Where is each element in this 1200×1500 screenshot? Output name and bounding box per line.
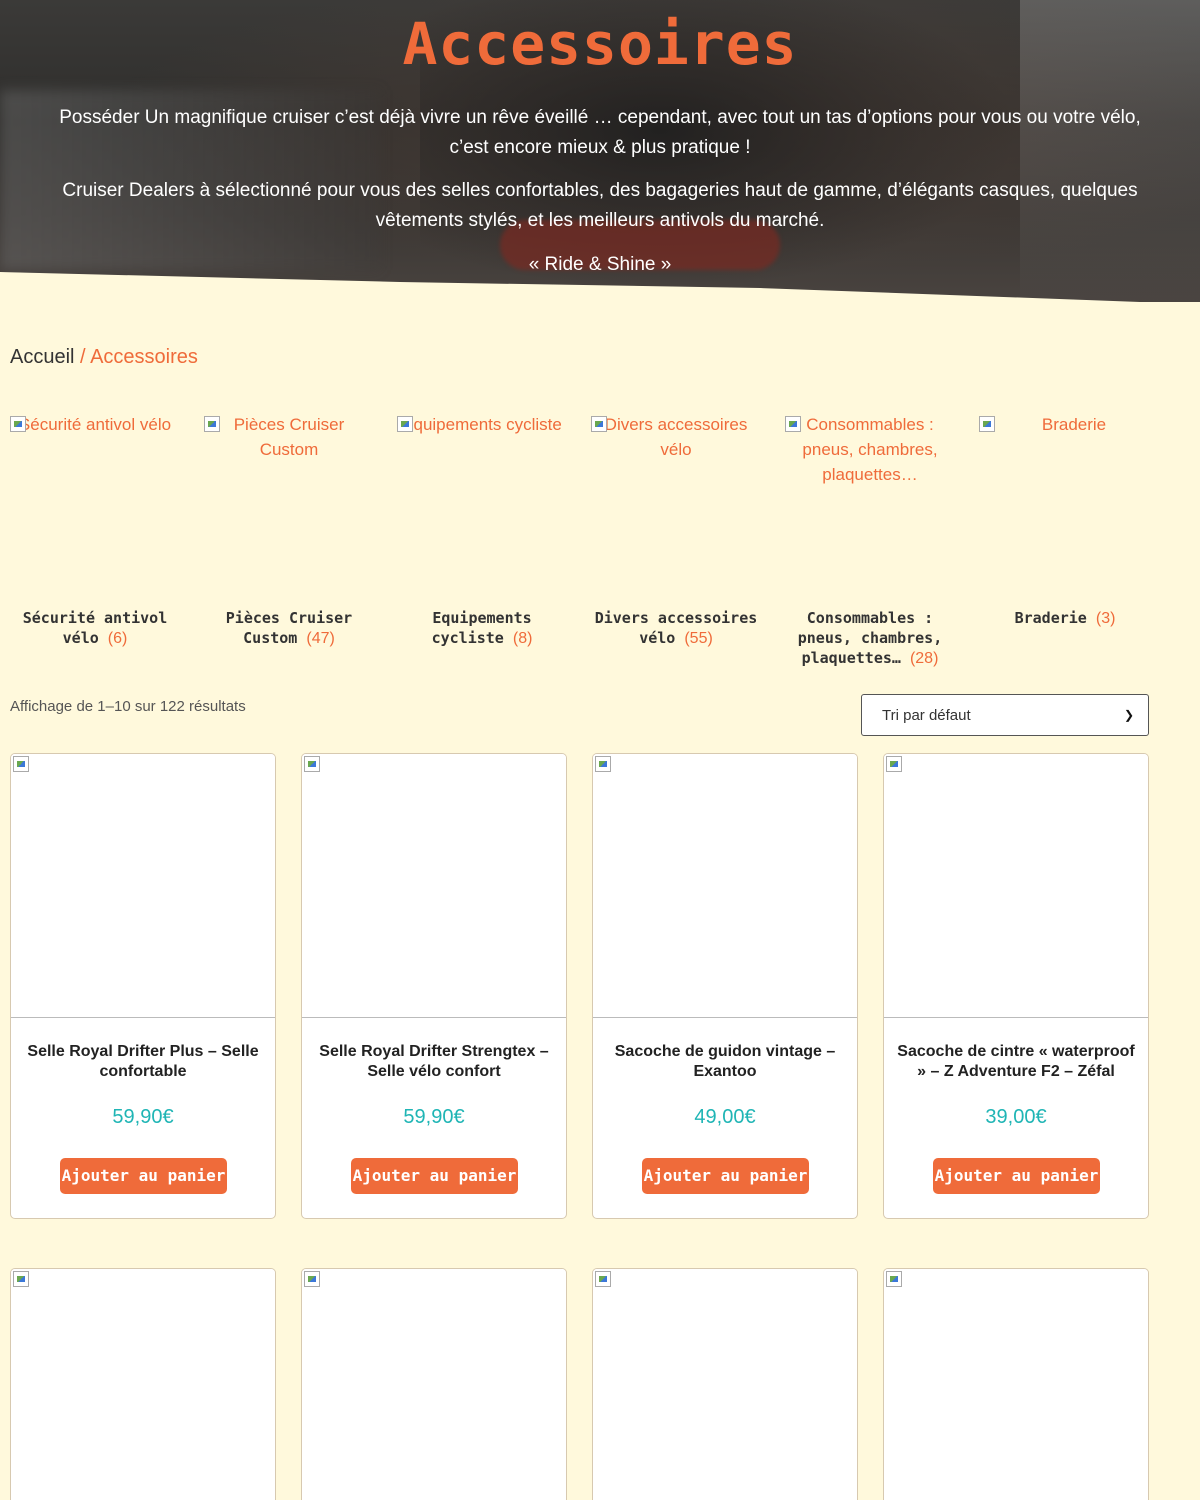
sort-select[interactable]: Tri par défaut ❯ — [861, 694, 1149, 736]
category-link-securite[interactable]: Sécurité antivol vélo (6) — [5, 608, 185, 649]
add-to-cart-button[interactable]: Ajouter au panier — [351, 1158, 518, 1194]
product-price: 39,00€ — [985, 1106, 1047, 1128]
category-count: (47) — [306, 630, 335, 647]
product-price: 49,00€ — [694, 1106, 756, 1128]
product-card[interactable]: Selle Royal Drifter Strengtex – Selle vé… — [301, 753, 567, 1219]
broken-image-icon — [397, 416, 413, 432]
broken-image-icon — [304, 1271, 320, 1287]
broken-image-icon — [886, 756, 902, 772]
category-image-pieces[interactable]: Pièces Cruiser Custom — [204, 412, 374, 462]
page-title: Accessoires — [402, 10, 798, 78]
category-image-consommables[interactable]: Consommables : pneus, chambres, plaquett… — [785, 412, 955, 487]
product-price: 59,90€ — [112, 1106, 174, 1128]
product-card[interactable]: Sacoche de guidon vintage – Exantoo 49,0… — [592, 753, 858, 1219]
product-image[interactable] — [11, 1269, 275, 1500]
broken-image-icon — [595, 756, 611, 772]
product-image[interactable] — [884, 754, 1148, 1018]
product-title[interactable]: Selle Royal Drifter Plus – Selle confort… — [19, 1042, 267, 1082]
broken-image-icon — [595, 1271, 611, 1287]
category-link-equipements[interactable]: Equipements cycliste (8) — [392, 608, 572, 649]
category-image-braderie[interactable]: Braderie — [979, 412, 1169, 437]
product-title[interactable]: Sacoche de cintre « waterproof » – Z Adv… — [892, 1042, 1140, 1082]
product-card[interactable]: Selle Royal Drifter Plus – Selle confort… — [10, 753, 276, 1219]
product-card[interactable] — [592, 1268, 858, 1500]
product-card[interactable]: Sacoche de cintre « waterproof » – Z Adv… — [883, 753, 1149, 1219]
product-title[interactable]: Sacoche de guidon vintage – Exantoo — [601, 1042, 849, 1082]
product-price: 59,90€ — [403, 1106, 465, 1128]
category-image-alt: Divers accessoires vélo — [604, 415, 748, 459]
category-link-braderie[interactable]: Braderie (3) — [975, 608, 1155, 629]
broken-image-icon — [13, 1271, 29, 1287]
category-name: Braderie — [1014, 609, 1087, 627]
product-image[interactable] — [302, 1269, 566, 1500]
add-to-cart-button[interactable]: Ajouter au panier — [60, 1158, 227, 1194]
broken-image-icon — [10, 416, 26, 432]
category-image-divers[interactable]: Divers accessoires vélo — [591, 412, 761, 462]
product-image[interactable] — [593, 754, 857, 1018]
category-image-alt: Sécurité antivol vélo — [18, 415, 172, 434]
hero-paragraph-1: Posséder Un magnifique cruiser c’est déj… — [59, 107, 1141, 158]
breadcrumb-home-link[interactable]: Accueil — [10, 346, 74, 368]
add-to-cart-button[interactable]: Ajouter au panier — [642, 1158, 809, 1194]
product-image[interactable] — [884, 1269, 1148, 1500]
category-count: (55) — [684, 630, 713, 647]
broken-image-icon — [785, 416, 801, 432]
breadcrumb: Accueil / Accessoires — [10, 346, 198, 369]
category-count: (6) — [107, 630, 128, 647]
category-image-securite[interactable]: Sécurité antivol vélo — [10, 412, 180, 437]
broken-image-icon — [13, 756, 29, 772]
category-count: (3) — [1095, 610, 1116, 627]
broken-image-icon — [204, 416, 220, 432]
product-card[interactable] — [10, 1268, 276, 1500]
category-link-pieces[interactable]: Pièces Cruiser Custom (47) — [204, 608, 374, 649]
category-image-alt: Equipements cycliste — [402, 415, 562, 434]
chevron-down-icon: ❯ — [1123, 708, 1134, 722]
product-image[interactable] — [11, 754, 275, 1018]
add-to-cart-button[interactable]: Ajouter au panier — [933, 1158, 1100, 1194]
product-card[interactable] — [883, 1268, 1149, 1500]
category-name: Divers accessoires vélo — [594, 609, 758, 647]
category-count: (8) — [512, 630, 533, 647]
product-image[interactable] — [302, 754, 566, 1018]
category-count: (28) — [909, 650, 939, 667]
product-card[interactable] — [301, 1268, 567, 1500]
category-image-alt: Braderie — [1041, 415, 1107, 434]
broken-image-icon — [979, 416, 995, 432]
category-image-equipements[interactable]: Equipements cycliste — [397, 412, 567, 437]
hero-paragraph-2: Cruiser Dealers à sélectionné pour vous … — [62, 180, 1138, 231]
broken-image-icon — [886, 1271, 902, 1287]
breadcrumb-current: Accessoires — [90, 346, 198, 368]
category-link-divers[interactable]: Divers accessoires vélo (55) — [591, 608, 761, 649]
category-image-alt: Pièces Cruiser Custom — [233, 415, 345, 459]
category-name: Sécurité antivol vélo — [22, 609, 168, 647]
sort-selected-value: Tri par défaut — [882, 706, 971, 724]
category-image-alt: Consommables : pneus, chambres, plaquett… — [802, 415, 938, 484]
broken-image-icon — [591, 416, 607, 432]
breadcrumb-separator: / — [74, 346, 91, 368]
category-link-consommables[interactable]: Consommables : pneus, chambres, plaquett… — [785, 608, 955, 669]
product-title[interactable]: Selle Royal Drifter Strengtex – Selle vé… — [310, 1042, 558, 1082]
results-count: Affichage de 1–10 sur 122 résultats — [10, 698, 246, 715]
product-image[interactable] — [593, 1269, 857, 1500]
hero-tagline: « Ride & Shine » — [528, 254, 672, 275]
broken-image-icon — [304, 756, 320, 772]
